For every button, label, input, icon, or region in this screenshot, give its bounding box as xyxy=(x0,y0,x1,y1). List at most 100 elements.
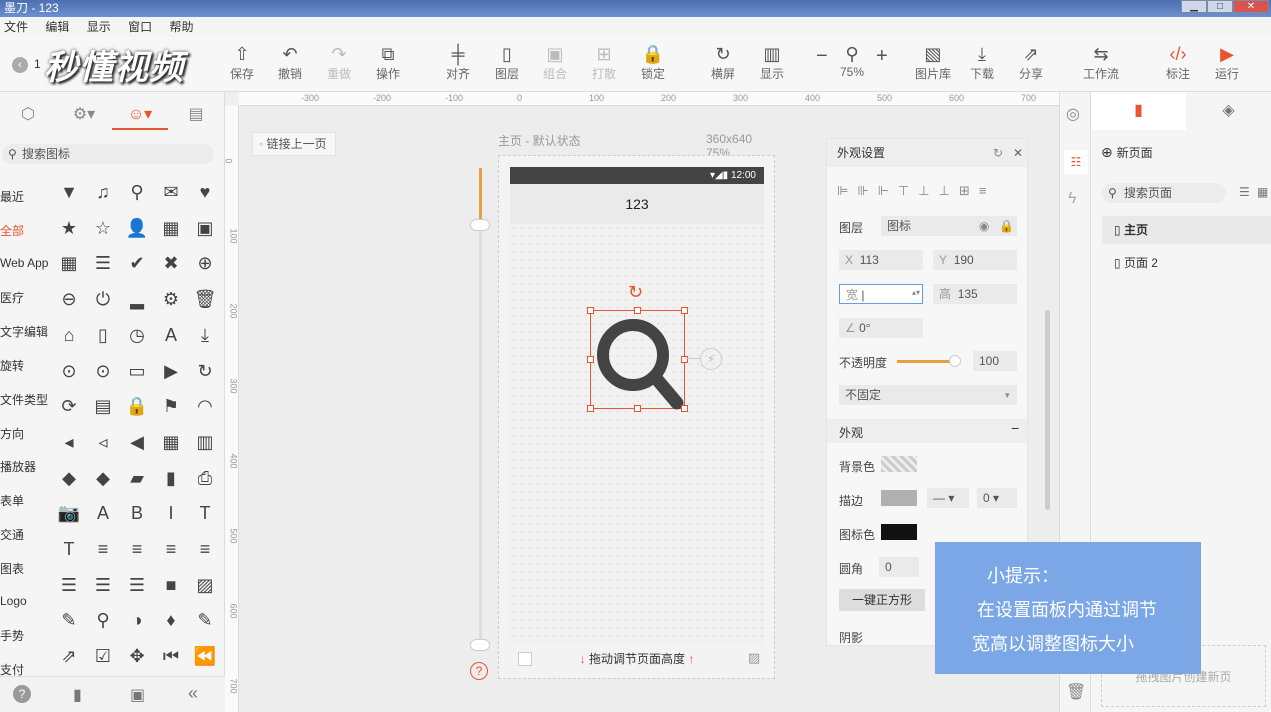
phone-nav-bar[interactable]: 123 xyxy=(510,184,764,224)
make-square-button[interactable]: 一键正方形 xyxy=(839,589,925,611)
library-glyph-icon[interactable]: ↻ xyxy=(192,358,218,384)
library-glyph-icon[interactable]: ⟳ xyxy=(56,393,82,419)
icon-category-item[interactable]: 全部 xyxy=(0,222,24,239)
collapse-icon[interactable]: « xyxy=(188,683,198,704)
lock-small-icon[interactable]: 🔒 xyxy=(999,216,1014,236)
icon-category-item[interactable]: Logo xyxy=(0,594,27,608)
library-glyph-icon[interactable]: ▶ xyxy=(158,358,184,384)
library-glyph-icon[interactable]: ◂ xyxy=(56,429,82,455)
close-icon[interactable]: ✕ xyxy=(1013,139,1023,167)
width-field[interactable]: 宽 | ▴▾ xyxy=(839,284,923,304)
library-glyph-icon[interactable]: ≡ xyxy=(158,536,184,562)
library-glyph-icon[interactable]: ✎ xyxy=(192,607,218,633)
library-glyph-icon[interactable]: ⊙ xyxy=(56,358,82,384)
settings-sliders-icon[interactable]: ☷ xyxy=(1064,150,1088,174)
library-glyph-icon[interactable]: ✖ xyxy=(158,250,184,276)
new-page-button[interactable]: ⊕ 新页面 xyxy=(1101,144,1153,161)
icon-category-item[interactable]: Web App xyxy=(0,256,48,270)
fixed-select[interactable]: 不固定 ▾ xyxy=(839,385,1017,405)
library-glyph-icon[interactable]: I xyxy=(158,500,184,526)
menu-file[interactable]: 文件 xyxy=(4,20,28,34)
page-height-slider[interactable] xyxy=(479,168,482,648)
library-glyph-icon[interactable]: ♥ xyxy=(192,179,218,205)
eye-icon[interactable]: ◉ xyxy=(979,216,989,236)
height-field[interactable]: 高 135 xyxy=(933,284,1017,304)
library-glyph-icon[interactable]: ▦ xyxy=(56,250,82,276)
library-glyph-icon[interactable]: ▣ xyxy=(192,215,218,241)
opacity-value[interactable]: 100 xyxy=(973,351,1017,371)
library-glyph-icon[interactable]: ▮ xyxy=(158,465,184,491)
bolt-icon[interactable]: ϟ xyxy=(1068,190,1076,208)
collapse-minus-icon[interactable]: − xyxy=(1011,420,1019,436)
library-glyph-icon[interactable]: ✉ xyxy=(158,179,184,205)
maximize-button[interactable]: □ xyxy=(1207,0,1233,13)
page-item-2[interactable]: ▯ 页面 2 xyxy=(1102,249,1271,277)
help-icon[interactable]: ? xyxy=(13,685,31,703)
menu-help[interactable]: 帮助 xyxy=(169,20,193,34)
refresh-icon[interactable]: ↻ xyxy=(993,139,1003,167)
library-glyph-icon[interactable]: ⚲ xyxy=(90,607,116,633)
icon-category-item[interactable]: 文件类型 xyxy=(0,391,48,408)
share-button[interactable]: ⇗ 分享 xyxy=(1009,43,1053,82)
menu-edit[interactable]: 编辑 xyxy=(45,20,69,34)
library-glyph-icon[interactable]: ☰ xyxy=(90,572,116,598)
image-icon[interactable]: ▨ xyxy=(748,650,760,666)
library-glyph-icon[interactable]: ⏪ xyxy=(192,643,218,669)
tab-layers[interactable]: ◈ xyxy=(1186,92,1271,130)
library-glyph-icon[interactable]: ■ xyxy=(158,572,184,598)
library-glyph-icon[interactable]: ★ xyxy=(56,215,82,241)
slider-bottom-handle[interactable] xyxy=(470,639,490,651)
icon-category-item[interactable]: 手势 xyxy=(0,627,24,644)
border-color-swatch[interactable] xyxy=(881,490,917,506)
ungroup-button[interactable]: ⊞ 打散 xyxy=(582,43,626,82)
library-glyph-icon[interactable]: ✎ xyxy=(56,607,82,633)
library-glyph-icon[interactable]: 🔒 xyxy=(124,393,150,419)
library-glyph-icon[interactable]: ▯ xyxy=(90,322,116,348)
layer-field[interactable]: 图标 ◉ 🔒 xyxy=(881,216,1017,236)
library-glyph-icon[interactable]: ≡ xyxy=(124,536,150,562)
library-glyph-icon[interactable]: 👤 xyxy=(124,215,150,241)
tab-templates[interactable]: ▤ xyxy=(168,100,224,130)
library-glyph-icon[interactable]: B xyxy=(124,500,150,526)
library-glyph-icon[interactable]: T xyxy=(56,536,82,562)
align-tools[interactable]: ⊫⊪⊩⊤⊥⊥⊞≡ xyxy=(837,183,995,199)
resize-handle-bl[interactable] xyxy=(587,405,594,412)
robot-icon[interactable]: ▣ xyxy=(130,685,145,705)
library-glyph-icon[interactable]: ◆ xyxy=(56,465,82,491)
save-button[interactable]: ⇧ 保存 xyxy=(220,43,264,82)
library-glyph-icon[interactable]: ⚑ xyxy=(158,393,184,419)
grid-view-icon[interactable]: ▦ xyxy=(1257,185,1268,199)
image-library-button[interactable]: ▧ 图片库 xyxy=(911,43,955,82)
angle-field[interactable]: ∠ 0° xyxy=(839,318,923,338)
zoom-out-button[interactable]: − xyxy=(816,45,828,68)
workflow-button[interactable]: ⇆ 工作流 xyxy=(1079,43,1123,82)
library-glyph-icon[interactable]: ⌂ xyxy=(56,322,82,348)
library-glyph-icon[interactable]: ▰ xyxy=(124,465,150,491)
x-field[interactable]: X 113 xyxy=(839,250,923,270)
library-glyph-icon[interactable]: ⎙ xyxy=(192,465,218,491)
zoom-level[interactable]: ⚲ 75% xyxy=(830,43,874,79)
rotate-handle-icon[interactable]: ↻ xyxy=(628,282,643,303)
library-glyph-icon[interactable]: ≡ xyxy=(90,536,116,562)
undo-button[interactable]: ↶ 撤销 xyxy=(268,43,312,82)
library-glyph-icon[interactable]: 🗑 xyxy=(192,286,218,312)
radius-field[interactable]: 0 xyxy=(879,557,919,577)
tab-icons[interactable]: ☺▾ xyxy=(112,100,168,130)
library-glyph-icon[interactable]: ☰ xyxy=(124,572,150,598)
align-button[interactable]: ╪ 对齐 xyxy=(436,43,480,82)
library-glyph-icon[interactable]: ◠ xyxy=(192,393,218,419)
library-glyph-icon[interactable]: 📷 xyxy=(56,500,82,526)
border-width-select[interactable]: 0 ▾ xyxy=(977,488,1017,508)
tab-widgets[interactable]: ⚙▾ xyxy=(56,100,112,130)
operation-button[interactable]: ⧉ 操作 xyxy=(366,43,410,82)
library-glyph-icon[interactable]: ◑ xyxy=(124,607,150,633)
resize-handle-br[interactable] xyxy=(681,405,688,412)
close-window-button[interactable]: ✕ xyxy=(1233,0,1269,13)
layers-button[interactable]: ▯ 图层 xyxy=(485,43,529,82)
library-glyph-icon[interactable]: ⤓ xyxy=(192,322,218,348)
library-glyph-icon[interactable]: ✔ xyxy=(124,250,150,276)
slider-top-handle[interactable] xyxy=(470,219,490,231)
landscape-button[interactable]: ↻ 横屏 xyxy=(701,43,745,82)
icon-category-item[interactable]: 医疗 xyxy=(0,289,24,306)
group-button[interactable]: ▣ 组合 xyxy=(533,43,577,82)
